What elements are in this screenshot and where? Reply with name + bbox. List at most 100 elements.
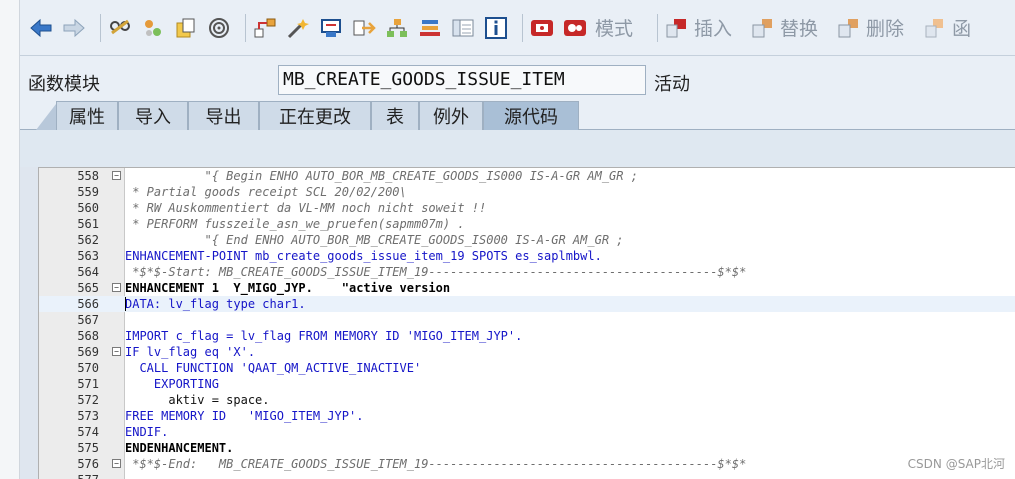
- code-line[interactable]: 562 "{ End ENHO AUTO_BOR_MB_CREATE_GOODS…: [39, 232, 1015, 248]
- abap-code-editor[interactable]: 558 − "{ Begin ENHO AUTO_BOR_MB_CREATE_G…: [38, 167, 1015, 479]
- forward-arrow-icon[interactable]: [61, 15, 87, 41]
- delete-icon: [836, 15, 862, 41]
- tab-tables[interactable]: 表: [371, 101, 419, 130]
- tab-changing[interactable]: 正在更改: [259, 101, 371, 130]
- code-text: IF lv_flag eq 'X'.: [125, 345, 256, 359]
- toolbar-separator: [657, 13, 659, 42]
- glasses-display-icon[interactable]: [107, 15, 133, 41]
- toolbar-separator: [522, 13, 523, 42]
- line-number: 564: [77, 265, 99, 279]
- function-module-field[interactable]: MB_CREATE_GOODS_ISSUE_ITEM: [278, 65, 646, 95]
- code-line[interactable]: 573 FREE MEMORY ID 'MIGO_ITEM_JYP'.: [39, 408, 1015, 424]
- code-line[interactable]: 559 * Partial goods receipt SCL 20/02/20…: [39, 184, 1015, 200]
- line-number: 570: [77, 361, 99, 375]
- back-arrow-icon[interactable]: [28, 15, 54, 41]
- code-text: ENDENHANCEMENT.: [125, 441, 234, 455]
- code-text: aktiv = space.: [125, 393, 270, 407]
- toolbar-separator: [100, 13, 101, 42]
- function-icon: [922, 15, 948, 41]
- tab-attributes[interactable]: 属性: [56, 101, 118, 130]
- fold-toggle-icon[interactable]: −: [112, 459, 121, 468]
- structure-icon[interactable]: [384, 15, 410, 41]
- line-number: 568: [77, 329, 99, 343]
- function-module-label: 函数模块: [28, 74, 100, 95]
- toolbar-separator: [245, 13, 246, 42]
- line-number: 573: [77, 409, 99, 423]
- objects-icon[interactable]: [140, 15, 166, 41]
- code-line[interactable]: 565 − ENHANCEMENT 1 Y_MIGO_JYP. "active …: [39, 280, 1015, 296]
- line-number: 569: [77, 345, 99, 359]
- code-line[interactable]: 569 − IF lv_flag eq 'X'.: [39, 344, 1015, 360]
- code-line[interactable]: 572 aktiv = space.: [39, 392, 1015, 408]
- fold-toggle-icon[interactable]: −: [112, 283, 121, 292]
- test-icon[interactable]: [318, 15, 344, 41]
- fold-toggle-icon[interactable]: −: [112, 171, 121, 180]
- line-number: 574: [77, 425, 99, 439]
- line-number: 560: [77, 201, 99, 215]
- code-line[interactable]: 574 ENDIF.: [39, 424, 1015, 440]
- insert-button[interactable]: 插入: [664, 14, 732, 41]
- function-module-row: 函数模块 MB_CREATE_GOODS_ISSUE_ITEM 活动: [20, 56, 1015, 106]
- code-line[interactable]: 560 * RW Auskommentiert da VL-MM noch ni…: [39, 200, 1015, 216]
- code-text: * PERFORM fusszeile_asn_we_pruefen(sapmm…: [125, 217, 465, 231]
- info-icon[interactable]: [483, 15, 509, 41]
- magic-wand-icon[interactable]: [285, 15, 311, 41]
- stack-icon[interactable]: [417, 15, 443, 41]
- tab-source-code[interactable]: 源代码: [483, 101, 579, 130]
- code-line[interactable]: 571 EXPORTING: [39, 376, 1015, 392]
- code-line[interactable]: 561 * PERFORM fusszeile_asn_we_pruefen(s…: [39, 216, 1015, 232]
- copy-object-icon[interactable]: [173, 15, 199, 41]
- code-line[interactable]: 558 − "{ Begin ENHO AUTO_BOR_MB_CREATE_G…: [39, 168, 1015, 184]
- tab-import[interactable]: 导入: [118, 101, 188, 130]
- mode-button[interactable]: 模式: [595, 14, 633, 41]
- function-button[interactable]: 函: [922, 14, 971, 41]
- where-used-icon[interactable]: [206, 15, 232, 41]
- line-number: 576: [77, 457, 99, 471]
- code-text: ENDIF.: [125, 425, 169, 439]
- code-line[interactable]: 577: [39, 472, 1015, 479]
- tab-strip: 属性 导入 导出 正在更改 表 例外 源代码: [20, 100, 1015, 130]
- line-number: 572: [77, 393, 99, 407]
- tab-exceptions[interactable]: 例外: [419, 101, 483, 130]
- line-number: 558: [77, 169, 99, 183]
- code-line-current[interactable]: 566 DATA: lv_flag type char1.: [39, 296, 1015, 312]
- code-line[interactable]: 575 ENDENHANCEMENT.: [39, 440, 1015, 456]
- fold-toggle-icon[interactable]: −: [112, 347, 121, 356]
- line-number: 559: [77, 185, 99, 199]
- code-line[interactable]: 570 CALL FUNCTION 'QAAT_QM_ACTIVE_INACTI…: [39, 360, 1015, 376]
- navigate-icon[interactable]: [351, 15, 377, 41]
- pretty-printer-icon[interactable]: [562, 15, 588, 41]
- function-label: 函: [952, 18, 972, 40]
- code-text: ENHANCEMENT-POINT mb_create_goods_issue_…: [125, 249, 602, 263]
- replace-icon: [750, 15, 776, 41]
- line-number: 567: [77, 313, 99, 327]
- application-toolbar: 模式 插入 替换 删除 函: [20, 0, 1015, 56]
- replace-button[interactable]: 替换: [750, 14, 818, 41]
- text-cursor: [125, 297, 126, 311]
- code-text: * RW Auskommentiert da VL-MM noch nicht …: [125, 201, 487, 215]
- delete-button[interactable]: 删除: [836, 14, 904, 41]
- code-text: ENHANCEMENT 1 Y_MIGO_JYP. "active versio…: [125, 281, 451, 295]
- tab-export[interactable]: 导出: [188, 101, 259, 130]
- code-text: IMPORT c_flag = lv_flag FROM MEMORY ID '…: [125, 329, 523, 343]
- code-line[interactable]: 563 ENHANCEMENT-POINT mb_create_goods_is…: [39, 248, 1015, 264]
- line-number: 566: [77, 297, 99, 311]
- pattern-icon[interactable]: [529, 15, 555, 41]
- line-number: 561: [77, 217, 99, 231]
- line-number: 575: [77, 441, 99, 455]
- code-text: EXPORTING: [125, 377, 219, 391]
- hierarchy-icon[interactable]: [252, 15, 278, 41]
- tab-strip-edge: [36, 104, 56, 130]
- delete-label: 删除: [866, 18, 905, 40]
- code-line[interactable]: 564 *$*$-Start: MB_CREATE_GOODS_ISSUE_IT…: [39, 264, 1015, 280]
- insert-icon: [664, 15, 690, 41]
- code-text: "{ End ENHO AUTO_BOR_MB_CREATE_GOODS_IS0…: [125, 233, 624, 247]
- left-frame-border: [0, 0, 20, 479]
- code-line[interactable]: 567: [39, 312, 1015, 328]
- code-line[interactable]: 576 − *$*$-End: MB_CREATE_GOODS_ISSUE_IT…: [39, 456, 1015, 472]
- code-line[interactable]: 568 IMPORT c_flag = lv_flag FROM MEMORY …: [39, 328, 1015, 344]
- code-text: FREE MEMORY ID 'MIGO_ITEM_JYP'.: [125, 409, 364, 423]
- code-text: DATA: lv_flag type char1.: [125, 297, 306, 311]
- replace-label: 替换: [780, 18, 819, 40]
- layout-icon[interactable]: [450, 15, 476, 41]
